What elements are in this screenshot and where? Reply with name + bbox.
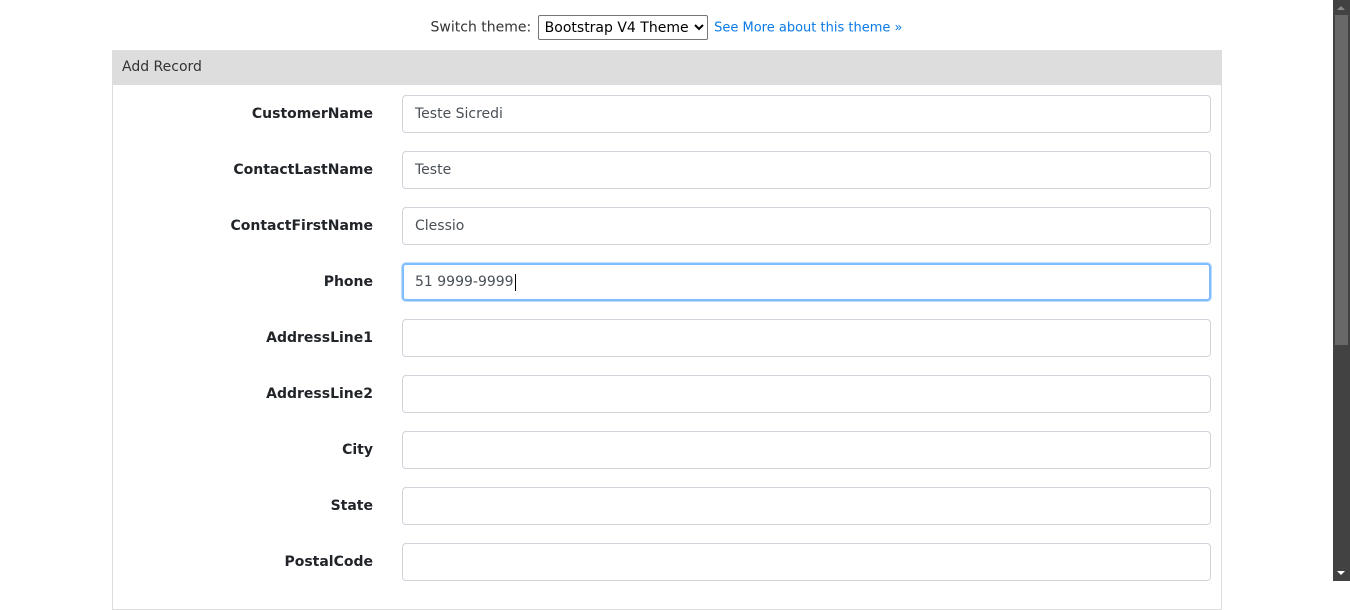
theme-select[interactable]: Bootstrap V4 Theme — [537, 15, 708, 40]
form-row: CustomerName Teste Sicredi — [113, 95, 1223, 133]
city-input[interactable] — [402, 431, 1211, 469]
phone-label: Phone — [323, 274, 373, 290]
phone-value: 51 9999-9999 — [415, 274, 514, 290]
scrollbar[interactable] — [1333, 0, 1350, 581]
form-row: AddressLine2 — [113, 375, 1223, 413]
form-row: PostalCode — [113, 543, 1223, 581]
addressline2-input[interactable] — [402, 375, 1211, 413]
form-row: ContactFirstName Clessio — [113, 207, 1223, 245]
add-record-panel: Add Record CustomerName Teste Sicredi Con… — [112, 50, 1222, 610]
form-row: AddressLine1 — [113, 319, 1223, 357]
contactlastname-input[interactable]: Teste — [402, 151, 1211, 189]
theme-switcher: Switch theme: Bootstrap V4 Theme See Mor… — [0, 15, 1333, 40]
contactlastname-value: Teste — [415, 162, 452, 178]
scroll-down-icon[interactable] — [1337, 571, 1345, 575]
form-row: ContactLastName Teste — [113, 151, 1223, 189]
theme-switcher-label: Switch theme: — [430, 19, 532, 36]
form-row: City — [113, 431, 1223, 469]
customername-input[interactable]: Teste Sicredi — [402, 95, 1211, 133]
phone-input[interactable]: 51 9999-9999 — [402, 263, 1211, 301]
customername-value: Teste Sicredi — [415, 106, 503, 122]
contactlastname-label: ContactLastName — [233, 162, 373, 178]
text-cursor — [514, 273, 516, 291]
panel-title: Add Record — [113, 50, 1221, 85]
postalcode-input[interactable] — [402, 543, 1211, 581]
contactfirstname-label: ContactFirstName — [230, 218, 373, 234]
contactfirstname-value: Clessio — [415, 218, 465, 234]
addressline1-input[interactable] — [402, 319, 1211, 357]
addressline1-label: AddressLine1 — [266, 330, 373, 346]
theme-info-link[interactable]: See More about this theme » — [714, 21, 902, 36]
customername-label: CustomerName — [251, 106, 373, 122]
state-input[interactable] — [402, 487, 1211, 525]
form-row: State — [113, 487, 1223, 525]
postalcode-label: PostalCode — [284, 554, 373, 570]
scrollbar-thumb[interactable] — [1335, 15, 1348, 345]
addressline2-label: AddressLine2 — [266, 386, 373, 402]
form-row: Phone 51 9999-9999 — [113, 263, 1223, 301]
scroll-up-icon[interactable] — [1337, 6, 1345, 10]
state-label: State — [330, 498, 373, 514]
contactfirstname-input[interactable]: Clessio — [402, 207, 1211, 245]
city-label: City — [342, 442, 373, 458]
